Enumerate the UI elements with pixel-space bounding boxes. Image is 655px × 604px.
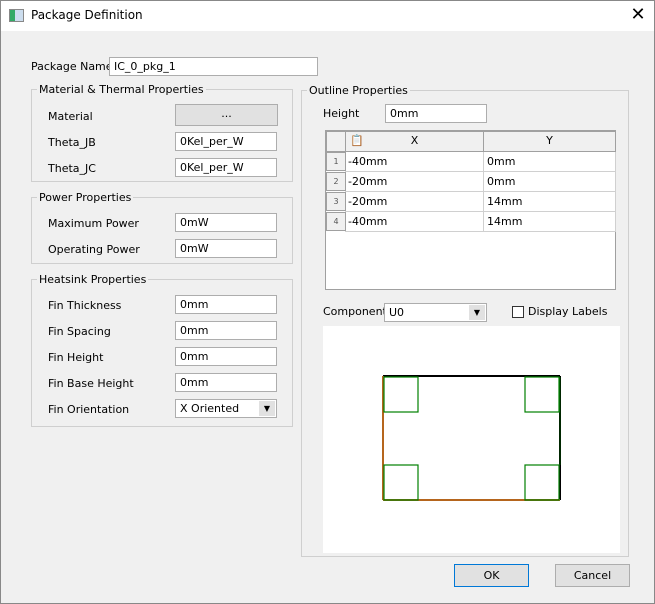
fin-orientation-label: Fin Orientation <box>48 403 130 416</box>
height-label: Height <box>323 107 360 120</box>
column-header-y[interactable]: Y <box>483 131 616 152</box>
fin-spacing-label: Fin Spacing <box>48 325 111 338</box>
app-icon <box>9 9 24 22</box>
column-header-x[interactable]: 📋 X <box>345 131 484 152</box>
close-button[interactable]: ✕ <box>625 3 651 27</box>
outline-group-title: Outline Properties <box>307 84 410 97</box>
cell-y[interactable]: 0mm <box>484 172 616 192</box>
window-title: Package Definition <box>31 8 143 22</box>
theta-jb-label: Theta_JB <box>48 136 96 149</box>
chevron-down-icon[interactable]: ▼ <box>259 401 275 416</box>
op-power-label: Operating Power <box>48 243 140 256</box>
max-power-label: Maximum Power <box>48 217 139 230</box>
display-labels-checkbox[interactable] <box>512 306 524 318</box>
package-name-label: Package Name <box>31 60 113 73</box>
package-name-input[interactable]: IC_0_pkg_1 <box>109 57 318 76</box>
paste-icon[interactable]: 📋 <box>350 132 364 150</box>
cancel-button[interactable]: Cancel <box>555 564 630 587</box>
heatsink-group-title: Heatsink Properties <box>37 273 149 286</box>
fin-thickness-label: Fin Thickness <box>48 299 122 312</box>
op-power-input[interactable]: 0mW <box>175 239 277 258</box>
fin-bottom-left <box>383 464 419 501</box>
material-group-title: Material & Thermal Properties <box>37 83 206 96</box>
theta-jc-input[interactable]: 0Kel_per_W <box>175 158 277 177</box>
cell-x[interactable]: -40mm <box>345 152 484 172</box>
row-header[interactable]: 4 <box>326 212 346 231</box>
cell-y[interactable]: 0mm <box>484 152 616 172</box>
fin-orientation-value: X Oriented <box>180 402 240 415</box>
fin-height-label: Fin Height <box>48 351 104 364</box>
package-preview <box>323 326 620 553</box>
row-header[interactable]: 3 <box>326 192 346 211</box>
outline-points-grid[interactable]: 📋 X Y 1 -40mm 0mm 2 -20mm 0mm 3 -20mm 14mm 4… <box>325 130 616 290</box>
fin-bottom-right <box>524 464 560 501</box>
cell-y[interactable]: 14mm <box>484 192 616 212</box>
component-label: Component <box>323 305 387 318</box>
ok-button[interactable]: OK <box>454 564 529 587</box>
column-x-label: X <box>410 134 419 147</box>
fin-thickness-input[interactable]: 0mm <box>175 295 277 314</box>
theta-jc-label: Theta_JC <box>48 162 96 175</box>
fin-base-label: Fin Base Height <box>48 377 134 390</box>
cell-x[interactable]: -40mm <box>345 212 484 232</box>
fin-spacing-input[interactable]: 0mm <box>175 321 277 340</box>
cell-x[interactable]: -20mm <box>345 172 484 192</box>
chevron-down-icon[interactable]: ▼ <box>469 305 485 320</box>
fin-base-input[interactable]: 0mm <box>175 373 277 392</box>
fin-top-left <box>383 376 419 413</box>
row-header[interactable]: 2 <box>326 172 346 191</box>
theta-jb-input[interactable]: 0Kel_per_W <box>175 132 277 151</box>
material-button[interactable]: ... <box>175 104 278 126</box>
fin-top-right <box>524 376 560 413</box>
display-labels-label: Display Labels <box>528 305 608 318</box>
power-group-title: Power Properties <box>37 191 134 204</box>
max-power-input[interactable]: 0mW <box>175 213 277 232</box>
row-header[interactable]: 1 <box>326 152 346 171</box>
fin-orientation-select[interactable]: X Oriented ▼ <box>175 399 277 418</box>
component-select[interactable]: U0 ▼ <box>384 303 487 322</box>
component-value: U0 <box>389 306 405 319</box>
cell-x[interactable]: -20mm <box>345 192 484 212</box>
cell-y[interactable]: 14mm <box>484 212 616 232</box>
material-label: Material <box>48 110 93 123</box>
fin-height-input[interactable]: 0mm <box>175 347 277 366</box>
grid-corner <box>326 131 346 152</box>
height-input[interactable]: 0mm <box>385 104 487 123</box>
